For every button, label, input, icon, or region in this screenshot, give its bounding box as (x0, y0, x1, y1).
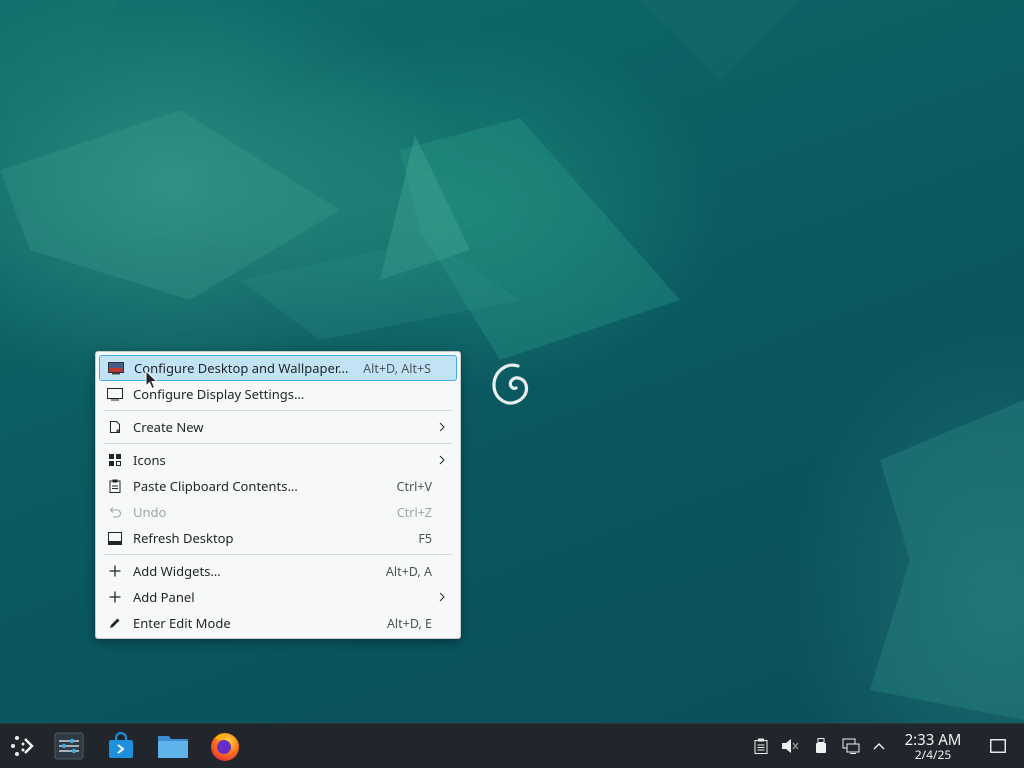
menu-item-shortcut: Alt+D, E (386, 614, 432, 632)
menu-item-add-panel[interactable]: Add Panel (99, 584, 457, 610)
menu-item-label: Add Panel (133, 588, 195, 606)
display-icon (107, 386, 123, 402)
chevron-right-icon (437, 422, 447, 432)
pencil-icon (107, 615, 123, 631)
undo-icon (107, 504, 123, 520)
show-desktop-icon[interactable] (987, 735, 1009, 757)
plus-icon (107, 589, 123, 605)
chevron-right-icon (437, 592, 447, 602)
menu-item-create-new[interactable]: Create New (99, 414, 457, 440)
menu-separator (104, 443, 452, 444)
usb-drive-icon[interactable] (810, 735, 832, 757)
menu-item-label: Icons (133, 451, 166, 469)
chevron-up-icon[interactable] (868, 735, 890, 757)
refresh-desktop-icon (107, 530, 123, 546)
debian-swirl-logo (492, 363, 529, 405)
mouse-cursor-icon (145, 370, 159, 390)
new-file-icon (107, 419, 123, 435)
network-icon[interactable] (840, 735, 862, 757)
file-manager-icon[interactable] (155, 728, 191, 764)
menu-item-label: Paste Clipboard Contents… (133, 477, 298, 495)
desktop[interactable]: Configure Desktop and Wallpaper… Alt+D, … (0, 0, 1024, 723)
volume-muted-icon[interactable] (779, 735, 801, 757)
menu-item-shortcut: Alt+D, A (385, 562, 432, 580)
software-store-icon[interactable] (103, 728, 139, 764)
menu-item-shortcut: Ctrl+Z (396, 503, 432, 521)
menu-item-label: Configure Desktop and Wallpaper… (134, 359, 349, 377)
menu-item-label: Undo (133, 503, 167, 521)
desktop-context-menu: Configure Desktop and Wallpaper… Alt+D, … (95, 351, 461, 639)
menu-item-label: Enter Edit Mode (133, 614, 231, 632)
menu-item-paste[interactable]: Paste Clipboard Contents… Ctrl+V (99, 473, 457, 499)
digital-clock[interactable]: 2:33 AM 2/4/25 (895, 732, 971, 762)
system-settings-icon[interactable] (51, 728, 87, 764)
menu-item-edit-mode[interactable]: Enter Edit Mode Alt+D, E (99, 610, 457, 636)
menu-item-shortcut: Alt+D, Alt+S (363, 359, 431, 377)
menu-item-add-widgets[interactable]: Add Widgets… Alt+D, A (99, 558, 457, 584)
application-launcher-icon[interactable] (4, 728, 40, 764)
menu-item-undo[interactable]: Undo Ctrl+Z (99, 499, 457, 525)
menu-item-label: Add Widgets… (133, 562, 221, 580)
wallpaper-icon (108, 360, 124, 376)
plus-icon (107, 563, 123, 579)
clipboard-icon[interactable] (750, 735, 772, 757)
menu-item-label: Refresh Desktop (133, 529, 234, 547)
menu-separator (104, 410, 452, 411)
taskbar: 2:33 AM 2/4/25 (0, 723, 1024, 768)
menu-item-shortcut: Ctrl+V (396, 477, 432, 495)
menu-item-label: Create New (133, 418, 204, 436)
clock-date: 2/4/25 (914, 746, 952, 763)
clipboard-icon (107, 478, 123, 494)
menu-item-refresh-desktop[interactable]: Refresh Desktop F5 (99, 525, 457, 551)
menu-item-icons[interactable]: Icons (99, 447, 457, 473)
menu-item-label: Configure Display Settings… (133, 385, 305, 403)
menu-separator (104, 554, 452, 555)
grid-icon (107, 452, 123, 468)
menu-item-shortcut: F5 (418, 529, 432, 547)
firefox-icon[interactable] (207, 728, 243, 764)
chevron-right-icon (437, 455, 447, 465)
